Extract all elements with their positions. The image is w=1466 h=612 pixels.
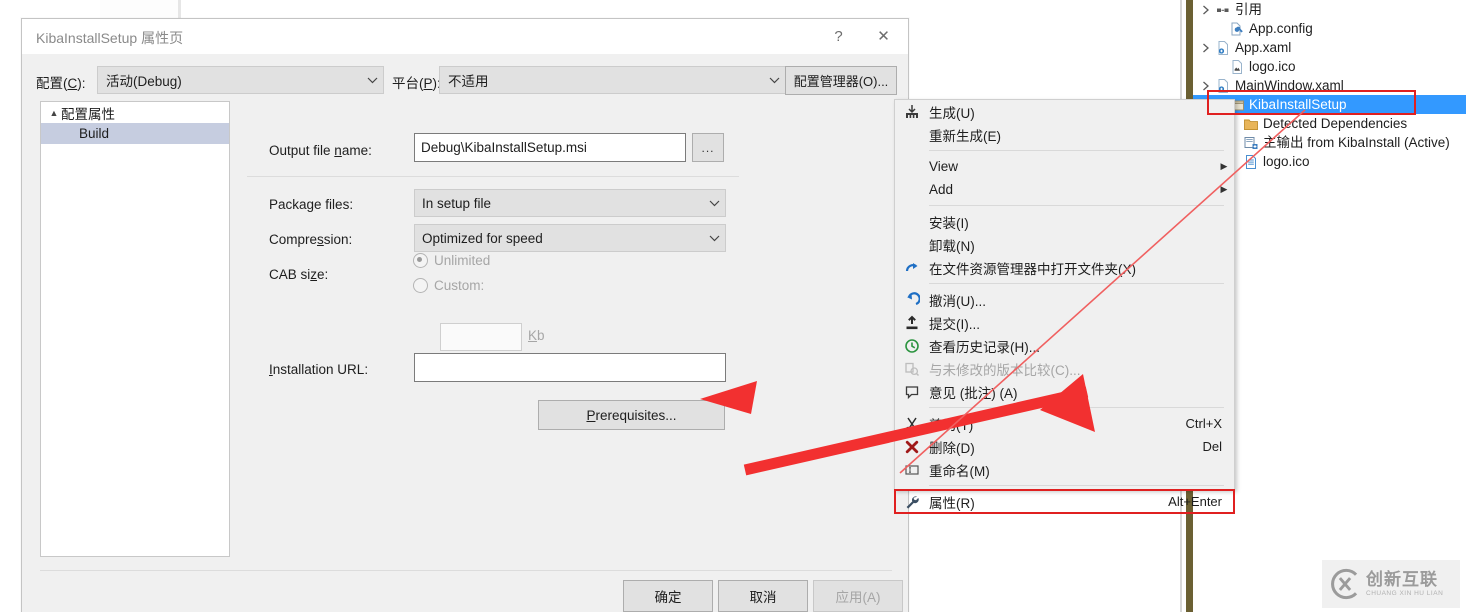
watermark-en: CHUANG XIN HU LIAN: [1366, 590, 1444, 597]
watermark-cn: 创新互联: [1366, 570, 1438, 589]
watermark-text: 创新互联 CHUANG XIN HU LIAN: [1362, 570, 1443, 598]
logo-icon: [1331, 568, 1358, 600]
screen: 引用 App.config App.xaml logo.ico MainWindow.x…: [0, 0, 1466, 612]
annotation-arrows: [700, 109, 1306, 476]
watermark: 创新互联 CHUANG XIN HU LIAN: [1322, 560, 1460, 608]
